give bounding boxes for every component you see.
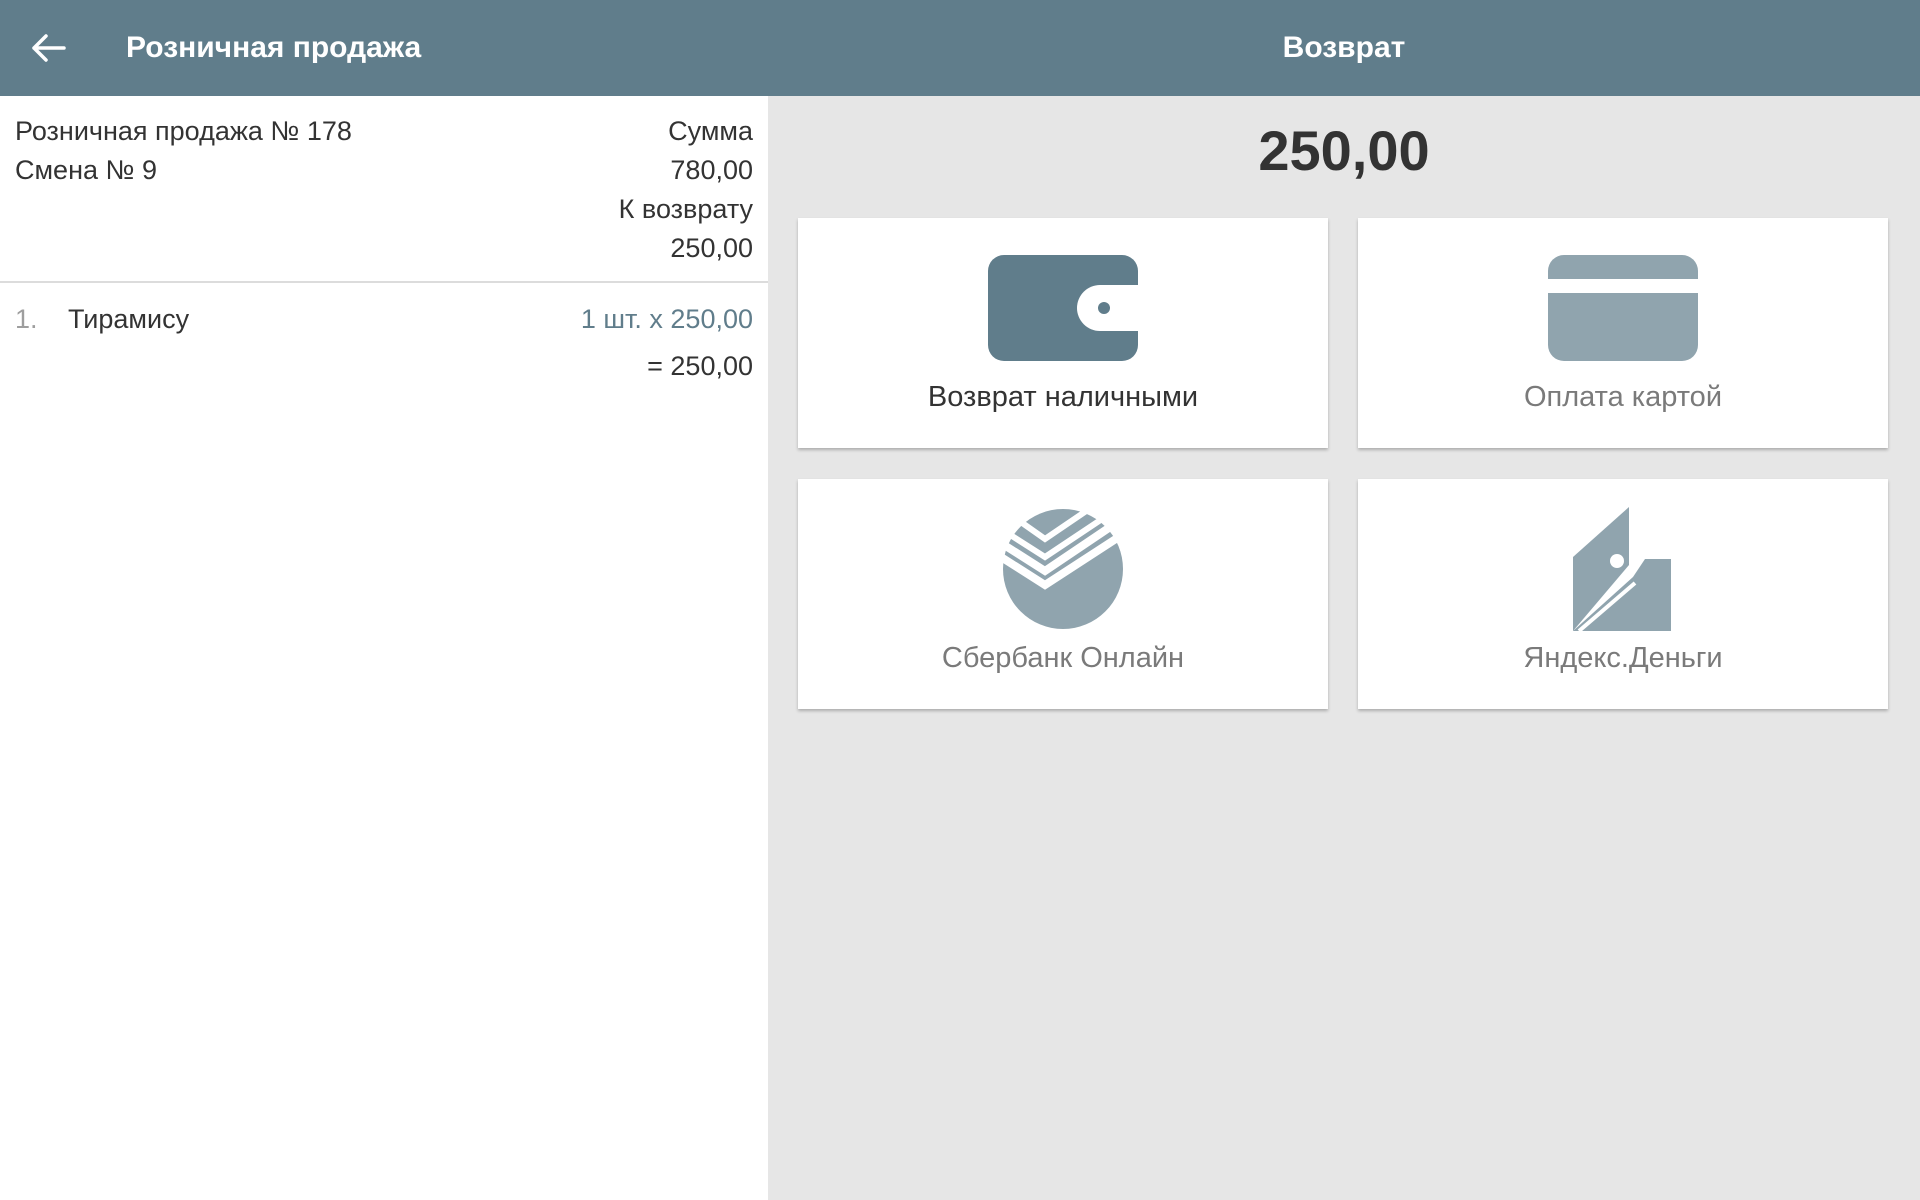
- item-quantity-price: 1 шт. x 250,00: [580, 304, 753, 334]
- wallet-icon: [988, 255, 1138, 361]
- card-payment-label: Оплата картой: [1523, 381, 1723, 413]
- screen-title: Возврат: [1282, 31, 1406, 64]
- refund-amount: 250,00: [1258, 119, 1430, 182]
- sberbank-online-label: Сбербанк Онлайн: [941, 642, 1185, 674]
- cash-refund-button[interactable]: Возврат наличными: [798, 218, 1328, 448]
- back-button[interactable]: [20, 20, 76, 76]
- sberbank-online-button[interactable]: Сбербанк Онлайн: [798, 479, 1328, 709]
- yandex-money-label: Яндекс.Деньги: [1523, 642, 1723, 674]
- yandex-money-button[interactable]: Яндекс.Деньги: [1358, 479, 1888, 709]
- credit-card-icon: [1548, 255, 1698, 361]
- card-payment-button[interactable]: Оплата картой: [1358, 218, 1888, 448]
- item-name: Тирамису: [68, 304, 190, 334]
- item-index: 1.: [15, 304, 38, 334]
- receipt-panel: Розничная продажа № 178 Смена № 9 Сумма …: [0, 96, 768, 1200]
- item-list: 1. Тирамису 1 шт. x 250,00 = 250,00: [0, 96, 768, 496]
- cash-refund-label: Возврат наличными: [927, 381, 1199, 413]
- app-bar: Розничная продажа Возврат: [0, 0, 1920, 96]
- sberbank-logo-icon: [1001, 509, 1125, 629]
- yandex-money-icon: [1573, 507, 1671, 631]
- app-title: Розничная продажа: [126, 31, 422, 64]
- arrow-left-icon: [32, 34, 66, 62]
- item-total: = 250,00: [647, 351, 753, 381]
- refund-panel: 250,00 Возврат наличными Оплата картой С…: [768, 96, 1920, 1200]
